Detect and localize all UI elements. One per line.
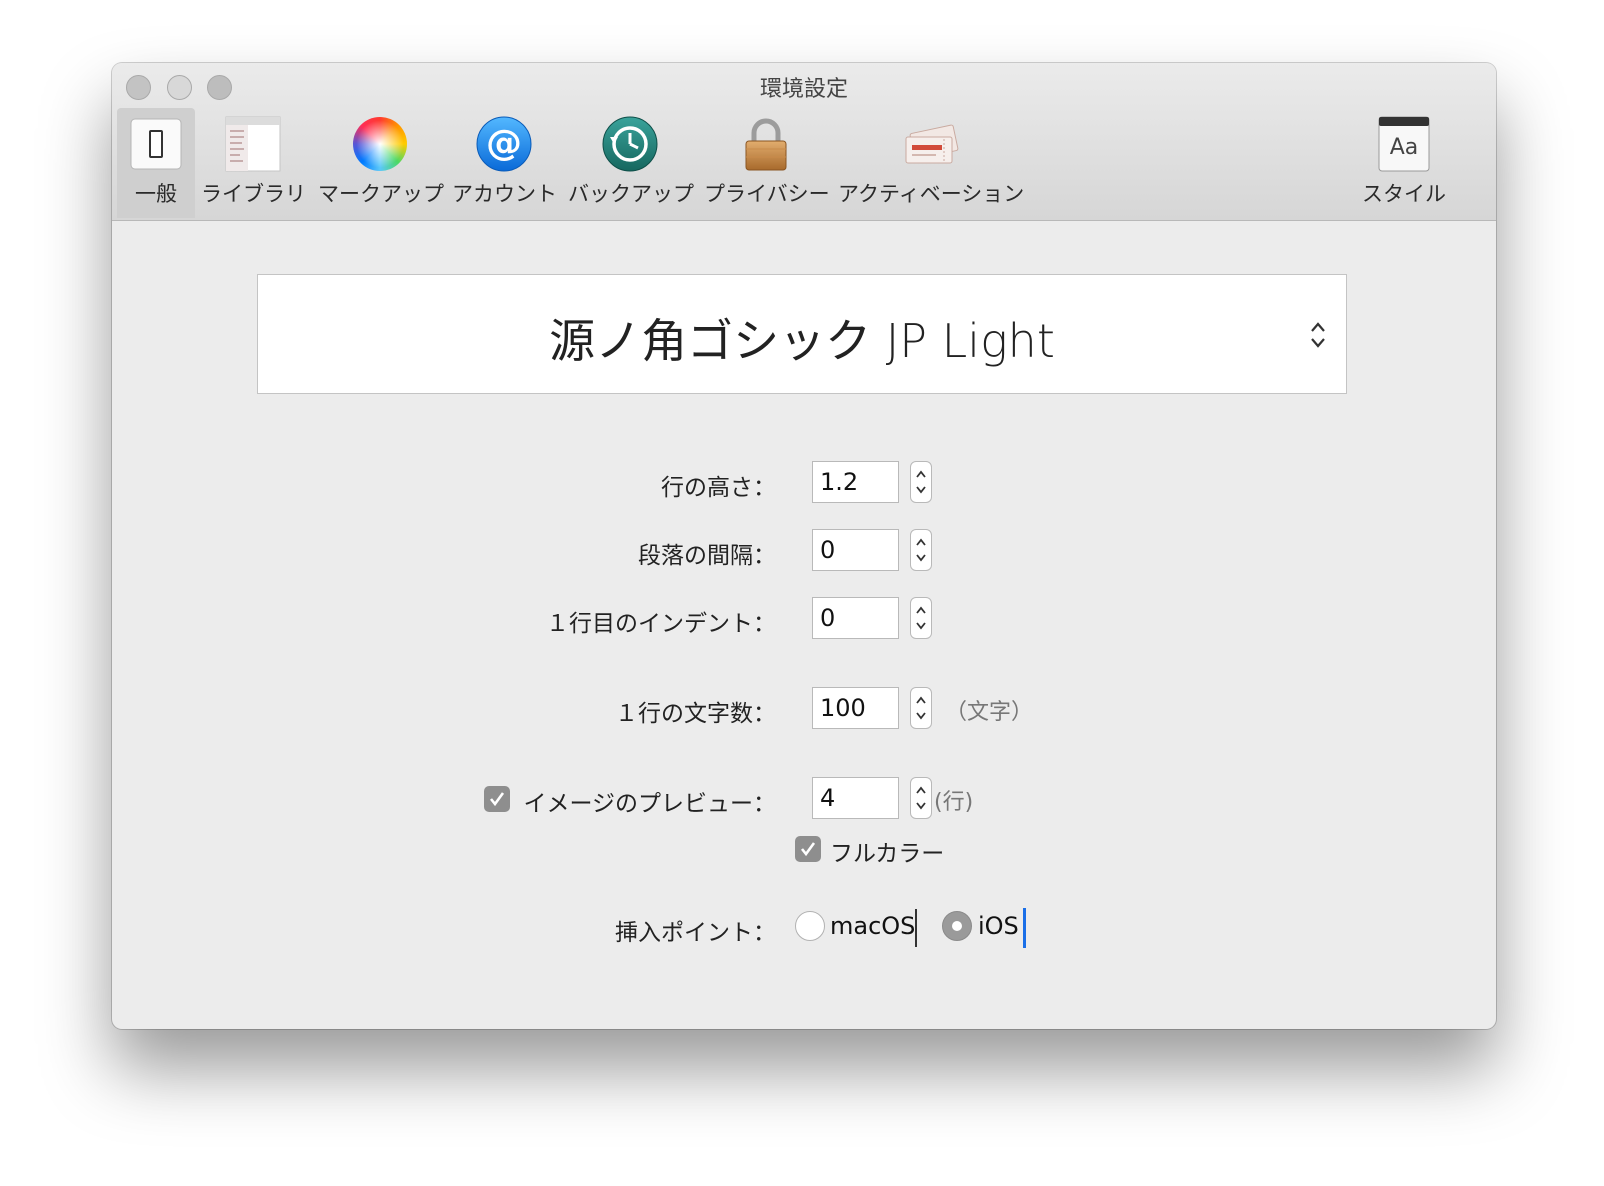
macos-radio-label: macOS <box>830 912 916 940</box>
first-line-indent-label: １行目のインデント： <box>546 611 776 637</box>
toolbar-privacy[interactable]: プライバシー <box>704 108 830 218</box>
title-bar: 環境設定 一般 ライブラリ マークアップ @ アカウント バックアップ プライバ… <box>112 63 1496 221</box>
svg-text:Aa: Aa <box>1390 135 1419 160</box>
image-preview-label: イメージのプレビュー： <box>523 791 776 817</box>
toolbar-account[interactable]: @ アカウント <box>452 108 557 218</box>
macos-caret-sample <box>915 909 917 947</box>
stepper-arrows-icon <box>916 470 926 494</box>
toolbar-general[interactable]: 一般 <box>117 108 195 218</box>
selected-font-name: 源ノ角ゴシック JP Light <box>549 314 1055 368</box>
general-switch-icon <box>130 118 182 170</box>
font-style-icon: Aa <box>1378 116 1430 172</box>
svg-text:@: @ <box>486 123 522 164</box>
chars-per-line-stepper[interactable] <box>910 687 932 729</box>
macos-radio-button[interactable] <box>795 911 825 941</box>
first-line-indent-field[interactable]: 0 <box>812 597 899 639</box>
paragraph-spacing-stepper[interactable] <box>910 529 932 571</box>
full-color-label: フルカラー <box>830 841 945 867</box>
line-height-stepper[interactable] <box>910 461 932 503</box>
ios-radio-button[interactable] <box>942 911 972 941</box>
first-line-indent-stepper[interactable] <box>910 597 932 639</box>
chars-per-line-field[interactable]: 100 <box>812 687 899 729</box>
preferences-window: 環境設定 一般 ライブラリ マークアップ @ アカウント バックアップ プライバ… <box>112 63 1496 1029</box>
color-wheel-icon <box>353 117 407 171</box>
line-height-field[interactable]: 1.2 <box>812 461 899 503</box>
font-popup-button[interactable]: 源ノ角ゴシック JP Light <box>257 274 1347 394</box>
stepper-arrows-icon <box>916 786 926 810</box>
toolbar-markup[interactable]: マークアップ <box>318 108 444 218</box>
general-settings-panel: 源ノ角ゴシック JP Light 行の高さ： 1.2 段落の間隔： 0 １行目の… <box>112 221 1496 1029</box>
stepper-arrows-icon <box>916 696 926 720</box>
line-height-label: 行の高さ： <box>661 475 776 501</box>
toolbar-backup[interactable]: バックアップ <box>568 108 694 218</box>
image-preview-stepper[interactable] <box>910 777 932 819</box>
paragraph-spacing-label: 段落の間隔： <box>638 543 776 569</box>
time-machine-icon <box>602 116 658 172</box>
lines-unit-label: (行) <box>934 790 974 815</box>
stepper-arrows-icon <box>916 606 926 630</box>
window-title: 環境設定 <box>759 77 848 102</box>
at-sign-icon: @ <box>476 116 532 172</box>
ticket-icon <box>905 124 959 164</box>
toolbar-library[interactable]: ライブラリ <box>201 108 306 218</box>
chars-unit-label: （文字） <box>945 700 1034 725</box>
toolbar-activation[interactable]: アクティベーション <box>838 108 1024 218</box>
stepper-arrows-icon <box>916 538 926 562</box>
library-icon <box>225 116 281 172</box>
image-preview-checkbox[interactable] <box>484 786 510 812</box>
chars-per-line-label: １行の文字数： <box>615 701 776 727</box>
updown-chevron-icon <box>1311 322 1325 348</box>
paragraph-spacing-field[interactable]: 0 <box>812 529 899 571</box>
ios-radio-label: iOS <box>978 912 1019 940</box>
lock-icon <box>745 118 787 171</box>
ios-caret-sample <box>1023 908 1026 948</box>
insertion-point-label: 挿入ポイント： <box>615 920 776 946</box>
checkmark-icon <box>800 842 816 857</box>
checkmark-icon <box>489 792 505 807</box>
full-color-checkbox[interactable] <box>795 836 821 862</box>
toolbar-style[interactable]: Aa スタイル <box>1356 108 1452 218</box>
image-preview-lines-field[interactable]: 4 <box>812 777 899 819</box>
